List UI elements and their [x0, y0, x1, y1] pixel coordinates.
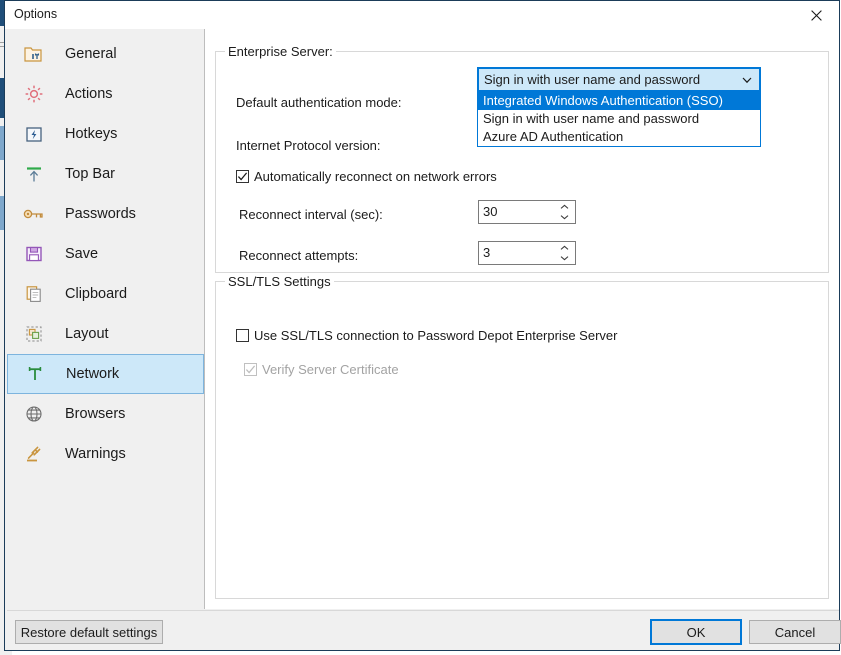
auth-mode-option[interactable]: Integrated Windows Authentication (SSO): [478, 92, 760, 110]
auto-reconnect-checkbox[interactable]: Automatically reconnect on network error…: [236, 169, 497, 184]
spinner-down-icon[interactable]: [555, 212, 573, 222]
auto-reconnect-label: Automatically reconnect on network error…: [254, 169, 497, 184]
spinner-up-icon[interactable]: [555, 202, 573, 212]
auth-mode-option[interactable]: Sign in with user name and password: [478, 110, 760, 128]
reconnect-interval-stepper[interactable]: 30: [478, 200, 576, 224]
globe-icon: [23, 403, 45, 425]
use-ssl-checkbox[interactable]: Use SSL/TLS connection to Password Depot…: [236, 328, 617, 343]
ok-button[interactable]: OK: [650, 619, 742, 645]
sidebar-item-label: Save: [65, 246, 99, 262]
key-icon: [23, 203, 45, 225]
dialog-footer: Restore default settings OK Cancel: [7, 610, 841, 650]
sidebar-item-clipboard[interactable]: Clipboard: [7, 274, 204, 314]
ssl-tls-group: SSL/TLS Settings Use SSL/TLS connection …: [215, 274, 829, 599]
restore-default-settings-button[interactable]: Restore default settings: [15, 620, 163, 644]
sidebar-item-save[interactable]: Save: [7, 234, 204, 274]
network-icon: [24, 363, 46, 385]
ssl-tls-legend: SSL/TLS Settings: [225, 274, 334, 289]
sidebar-item-passwords[interactable]: Passwords: [7, 194, 204, 234]
auth-mode-dropdown-list[interactable]: Integrated Windows Authentication (SSO) …: [477, 92, 761, 147]
sidebar-item-label: Network: [66, 366, 120, 382]
sidebar-item-general[interactable]: General: [7, 34, 204, 74]
spinner-buttons: [555, 201, 573, 223]
cancel-button[interactable]: Cancel: [749, 620, 841, 644]
auth-mode-option[interactable]: Azure AD Authentication: [478, 128, 760, 146]
arrow-up-bar-icon: [23, 163, 45, 185]
sidebar-item-actions[interactable]: Actions: [7, 74, 204, 114]
sidebar-item-label: Passwords: [65, 206, 136, 222]
sidebar-item-label: Actions: [65, 86, 113, 102]
sidebar-item-warnings[interactable]: Warnings: [7, 434, 204, 474]
use-ssl-label: Use SSL/TLS connection to Password Depot…: [254, 328, 618, 343]
sidebar-item-network[interactable]: Network: [7, 354, 204, 394]
auth-mode-label: Default authentication mode:: [236, 95, 402, 110]
auth-mode-combobox[interactable]: Sign in with user name and password: [477, 67, 761, 92]
chevron-down-icon: [741, 74, 753, 86]
sidebar-item-browsers[interactable]: Browsers: [7, 394, 204, 434]
sidebar-item-label: Browsers: [65, 406, 126, 422]
sidebar-item-layout[interactable]: Layout: [7, 314, 204, 354]
window-title: Options: [14, 7, 58, 21]
checkbox-box: [236, 170, 249, 183]
auth-mode-selected-value: Sign in with user name and password: [484, 72, 701, 87]
reconnect-attempts-value: 3: [483, 245, 491, 260]
reconnect-attempts-stepper[interactable]: 3: [478, 241, 576, 265]
options-dialog: Options General Actions Hotkeys Top Bar …: [4, 0, 841, 651]
title-bar: Options: [5, 1, 839, 29]
sidebar-item-top-bar[interactable]: Top Bar: [7, 154, 204, 194]
spinner-down-icon[interactable]: [555, 253, 573, 263]
verify-certificate-checkbox: Verify Server Certificate: [244, 362, 399, 377]
checkbox-box: [244, 363, 257, 376]
lightning-key-icon: [23, 123, 45, 145]
enterprise-server-legend: Enterprise Server:: [225, 44, 336, 59]
sidebar-item-hotkeys[interactable]: Hotkeys: [7, 114, 204, 154]
spinner-up-icon[interactable]: [555, 243, 573, 253]
sidebar-item-label: Layout: [65, 326, 109, 342]
spinner-buttons: [555, 242, 573, 264]
gear-icon: [23, 83, 45, 105]
sidebar-item-label: Clipboard: [65, 286, 128, 302]
sidebar-item-label: General: [65, 46, 117, 62]
floppy-disk-icon: [23, 243, 45, 265]
reconnect-attempts-label: Reconnect attempts:: [239, 248, 359, 263]
sidebar-item-label: Hotkeys: [65, 126, 118, 142]
verify-certificate-label: Verify Server Certificate: [262, 362, 399, 377]
clipboard-icon: [23, 283, 45, 305]
checkbox-box: [236, 329, 249, 342]
reconnect-interval-label: Reconnect interval (sec):: [239, 207, 383, 222]
layout-icon: [23, 323, 45, 345]
gavel-icon: [23, 443, 45, 465]
ip-version-label: Internet Protocol version:: [236, 138, 381, 153]
options-sidebar: General Actions Hotkeys Top Bar Password…: [7, 29, 205, 609]
options-content-network: Enterprise Server: Default authenticatio…: [205, 29, 839, 609]
sidebar-item-label: Warnings: [65, 446, 126, 462]
reconnect-interval-value: 30: [483, 204, 498, 219]
sidebar-item-label: Top Bar: [65, 166, 115, 182]
close-icon[interactable]: [793, 1, 839, 29]
folder-tools-icon: [23, 43, 45, 65]
